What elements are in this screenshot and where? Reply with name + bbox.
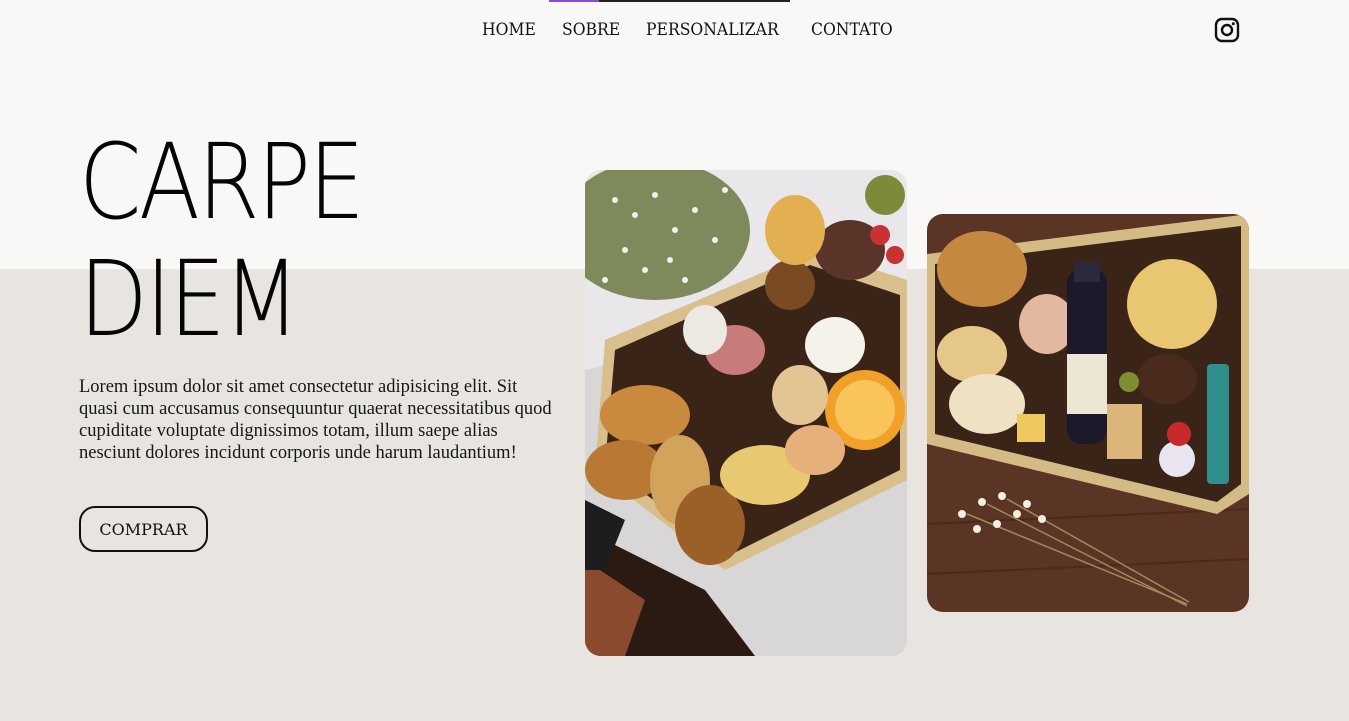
nav-accent-highlight xyxy=(549,0,599,2)
nav-item-home[interactable]: HOME xyxy=(482,18,536,42)
main-nav: HOME SOBRE PERSONALIZAR CONTATO xyxy=(482,18,900,42)
nav-item-contato[interactable]: CONTATO xyxy=(811,18,893,42)
breakfast-box-photo-2 xyxy=(927,214,1249,612)
hero-description: Lorem ipsum dolor sit amet consectetur a… xyxy=(79,377,552,463)
instagram-icon[interactable] xyxy=(1214,17,1240,43)
hero-title-line-1: CARPE xyxy=(79,121,365,243)
nav-item-sobre[interactable]: SOBRE xyxy=(562,18,620,42)
hero-title-line-2: DIEM xyxy=(79,238,300,360)
nav-item-personalizar[interactable]: PERSONALIZAR xyxy=(646,18,779,42)
buy-button[interactable]: COMPRAR xyxy=(79,506,208,552)
breakfast-box-photo-1 xyxy=(585,170,907,656)
hero-title: CARPE DIEM xyxy=(79,121,365,360)
page: HOME SOBRE PERSONALIZAR CONTATO CARPE DI… xyxy=(0,0,1349,721)
